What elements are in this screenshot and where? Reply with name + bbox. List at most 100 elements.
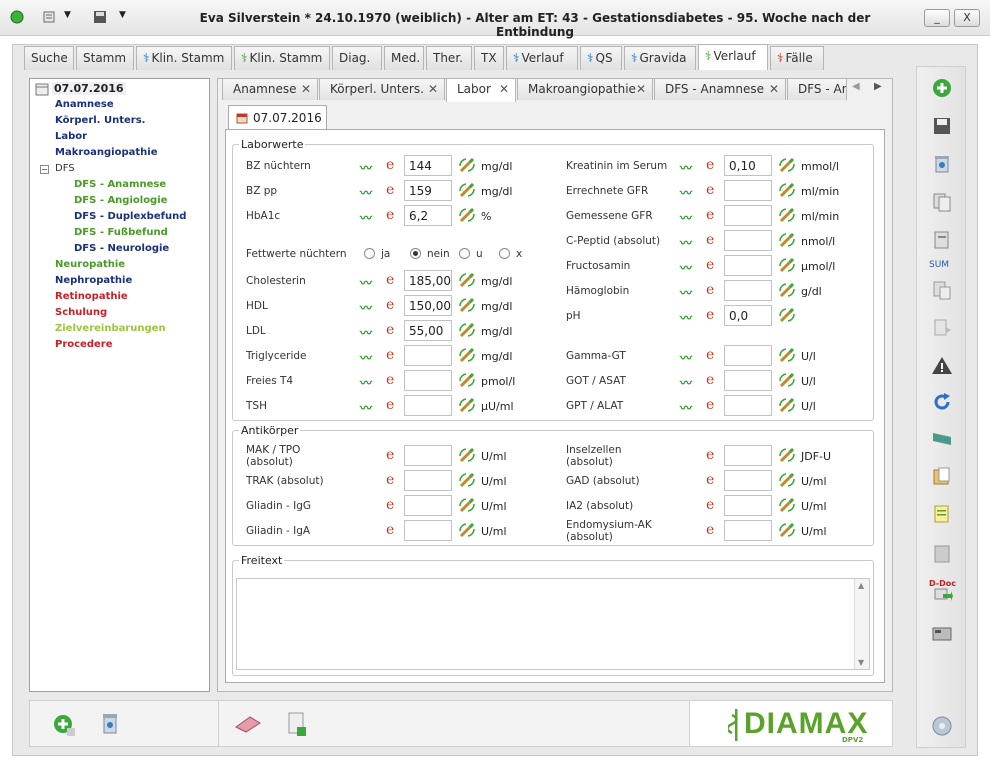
notes-icon[interactable] [42, 10, 56, 24]
e-icon[interactable]: e [706, 347, 714, 363]
e-icon[interactable]: e [386, 272, 394, 288]
trend-icon[interactable]: 〰 [680, 234, 692, 251]
lab-value-input[interactable]: 159 [404, 180, 452, 201]
folder-document-icon[interactable] [931, 465, 953, 487]
scroll-left-icon[interactable]: ◀ [852, 81, 860, 92]
radio-u[interactable] [459, 248, 470, 259]
trend-icon[interactable]: 〰 [680, 159, 692, 176]
close-icon[interactable]: ✕ [769, 79, 779, 99]
trend-icon[interactable]: 〰 [360, 184, 372, 201]
tree-item-makroangiopathie[interactable]: Makroangiopathie [55, 147, 158, 158]
tab-diag[interactable]: Diag. [332, 46, 382, 70]
e-icon[interactable]: e [706, 282, 714, 298]
tab-med[interactable]: Med. [384, 46, 424, 70]
minimize-button[interactable]: _ [924, 9, 950, 27]
trend-icon[interactable]: 〰 [680, 349, 692, 366]
lab-value-input[interactable]: 0,10 [724, 155, 772, 176]
disc-icon[interactable] [931, 715, 953, 737]
e-icon[interactable]: e [706, 372, 714, 388]
tree-item-neuropathie[interactable]: Neuropathie [55, 259, 125, 270]
lab-value-input[interactable]: 150,00 [404, 295, 452, 316]
lab-value-input[interactable] [724, 520, 772, 541]
trend-icon[interactable]: 〰 [360, 159, 372, 176]
lab-value-input[interactable] [404, 370, 452, 391]
tree-item-dfs-neurologie[interactable]: DFS - Neurologie [74, 243, 169, 254]
trend-icon[interactable]: 〰 [360, 349, 372, 366]
trend-icon[interactable]: 〰 [680, 374, 692, 391]
edit-pen-icon[interactable] [458, 371, 476, 389]
edit-pen-icon[interactable] [778, 371, 796, 389]
e-icon[interactable]: e [386, 182, 394, 198]
lab-value-input[interactable] [404, 345, 452, 366]
e-icon[interactable]: e [706, 522, 714, 538]
trend-icon[interactable]: 〰 [680, 309, 692, 326]
edit-pen-icon[interactable] [458, 396, 476, 414]
trend-icon[interactable]: 〰 [360, 299, 372, 316]
edit-pen-icon[interactable] [778, 446, 796, 464]
date-tab[interactable]: 07.07.2016 [228, 105, 327, 130]
tree-item-labor[interactable]: Labor [55, 131, 87, 142]
trend-icon[interactable]: 〰 [680, 284, 692, 301]
e-icon[interactable]: e [706, 157, 714, 173]
e-icon[interactable]: e [386, 297, 394, 313]
edit-pen-icon[interactable] [778, 521, 796, 539]
e-icon[interactable]: e [386, 522, 394, 538]
tab-verlauf-1[interactable]: ⚕ Verlauf [506, 46, 578, 70]
delete-entry-icon[interactable] [98, 711, 122, 737]
lab-value-input[interactable] [724, 495, 772, 516]
lab-value-input[interactable]: 6,2 [404, 205, 452, 226]
edit-pen-icon[interactable] [458, 271, 476, 289]
close-icon[interactable]: ✕ [428, 79, 438, 99]
tab-verlauf-active[interactable]: ⚕ Verlauf [698, 44, 768, 70]
tab-klin-stamm-2[interactable]: ⚕ Klin. Stamm [234, 46, 330, 70]
eraser-icon[interactable] [234, 715, 262, 733]
tree-item-dfs-duplexbefund[interactable]: DFS - Duplexbefund [74, 211, 186, 222]
lab-value-input[interactable] [724, 395, 772, 416]
lab-value-input[interactable] [404, 470, 452, 491]
edit-pen-icon[interactable] [778, 281, 796, 299]
lab-value-input[interactable] [724, 280, 772, 301]
close-icon[interactable]: ✕ [636, 79, 646, 99]
tab-gravida[interactable]: ⚕ Gravida [624, 46, 696, 70]
notes-icon[interactable] [931, 503, 953, 525]
lab-value-input[interactable]: 0,0 [724, 305, 772, 326]
card-reader-icon[interactable] [931, 623, 953, 645]
edit-pen-icon[interactable] [458, 521, 476, 539]
subtab-dfs-anamnese[interactable]: DFS - Anamnese ✕ [654, 78, 786, 100]
move-page-icon[interactable] [931, 317, 953, 339]
edit-pen-icon[interactable] [778, 306, 796, 324]
e-icon[interactable]: e [386, 497, 394, 513]
radio-nein[interactable] [410, 248, 421, 259]
tree-item-schulung[interactable]: Schulung [55, 307, 107, 318]
tree-item-koerperl-unters[interactable]: Körperl. Unters. [55, 115, 145, 126]
edit-pen-icon[interactable] [458, 321, 476, 339]
e-icon[interactable]: e [706, 207, 714, 223]
edit-pen-icon[interactable] [458, 346, 476, 364]
collapse-icon[interactable]: − [40, 165, 49, 174]
subtab-makroangiopathie[interactable]: Makroangiopathie ✕ [517, 78, 653, 100]
tab-faelle[interactable]: ⚕ Fälle [770, 46, 824, 70]
edit-pen-icon[interactable] [458, 471, 476, 489]
e-icon[interactable]: e [386, 447, 394, 463]
lab-value-input[interactable]: 144 [404, 155, 452, 176]
radio-x[interactable] [499, 248, 510, 259]
e-icon[interactable]: e [706, 447, 714, 463]
sum-document-icon[interactable] [931, 229, 953, 251]
tab-stamm[interactable]: Stamm [76, 46, 134, 70]
tree-item-zielvereinbarungen[interactable]: Zielvereinbarungen [55, 323, 166, 334]
e-icon[interactable]: e [706, 182, 714, 198]
add-entry-icon[interactable] [52, 713, 76, 737]
lab-value-input[interactable] [724, 370, 772, 391]
lab-value-input[interactable] [724, 180, 772, 201]
lab-value-input[interactable] [404, 445, 452, 466]
edit-pen-icon[interactable] [778, 396, 796, 414]
tab-tx[interactable]: TX [474, 46, 504, 70]
lab-value-input[interactable] [404, 395, 452, 416]
tree-item-dfs[interactable]: DFS [55, 163, 75, 174]
subtab-koerperl-unters[interactable]: Körperl. Unters. ✕ [319, 78, 445, 100]
edit-pen-icon[interactable] [458, 181, 476, 199]
tree-item-dfs-angiologie[interactable]: DFS - Angiologie [74, 195, 167, 206]
freitext-textarea[interactable]: ▲ ▼ [236, 578, 870, 670]
edit-pen-icon[interactable] [458, 156, 476, 174]
scroll-up-icon[interactable]: ▲ [858, 581, 864, 590]
